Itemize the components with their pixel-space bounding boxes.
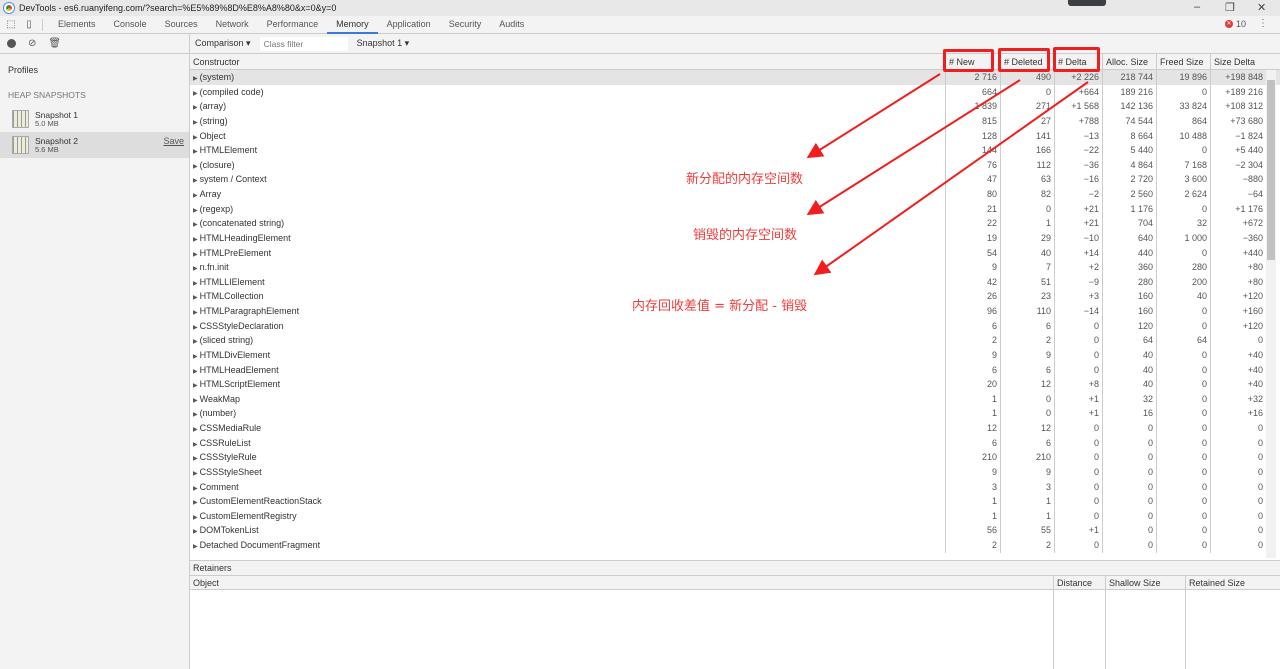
annotation-arrows xyxy=(806,73,1089,276)
arrow-delta xyxy=(813,81,1089,276)
delta-annotation: 内存回收差值 = 新分配 - 销毁 xyxy=(632,299,808,314)
new-annotation: 新分配的内存空间数 xyxy=(686,172,804,187)
deleted-annotation: 销毁的内存空间数 xyxy=(693,228,798,243)
arrow-deleted xyxy=(806,79,1021,216)
